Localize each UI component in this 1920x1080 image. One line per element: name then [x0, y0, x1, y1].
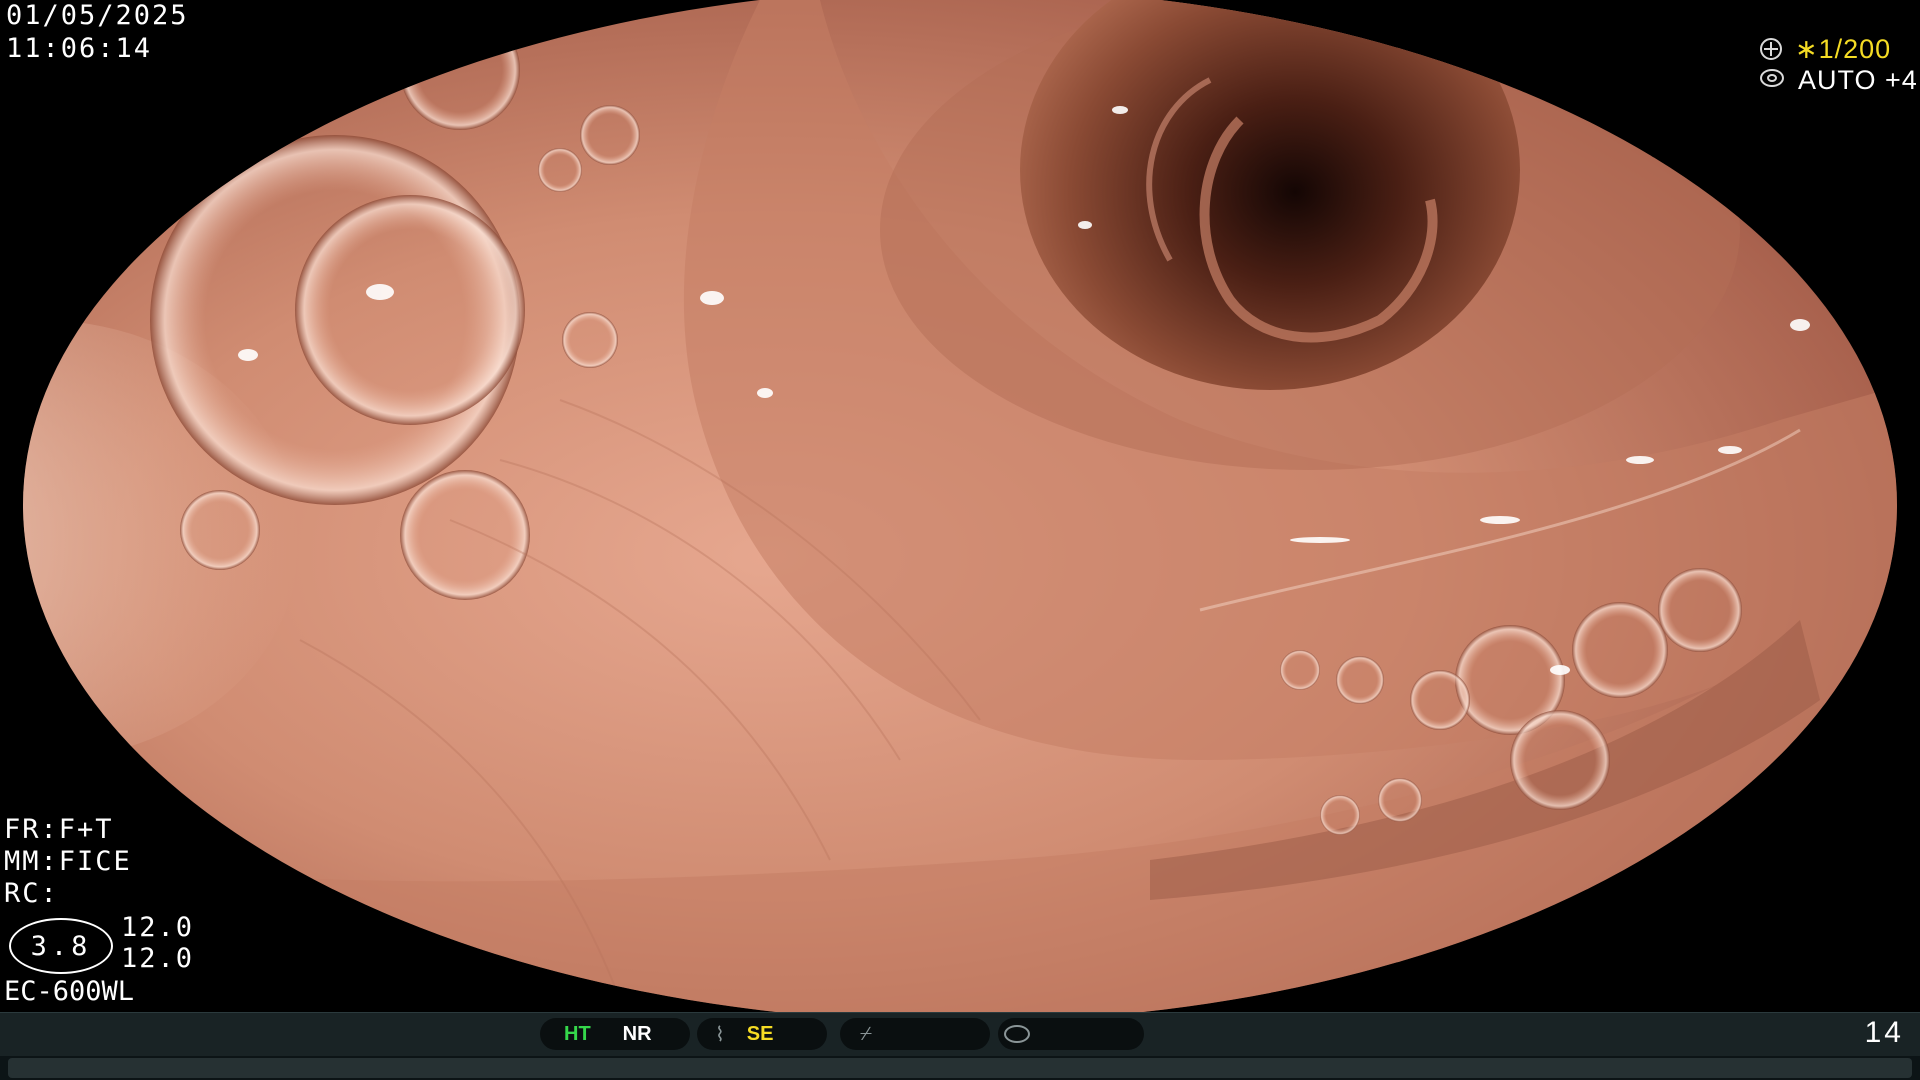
enhance-icon: ⌿ [860, 1022, 872, 1045]
setting-value-2: 12.0 [121, 943, 195, 974]
color-mode-icon [1004, 1025, 1030, 1043]
se-indicator: ⌇ SE [697, 1018, 827, 1050]
iris-mode: AUTO +4 [1798, 65, 1918, 95]
shutter-speed: ∗1/200 [1795, 34, 1892, 64]
endoscopic-view [0, 0, 1920, 1080]
rc-value: 3.8 [30, 930, 92, 962]
frame-number: 14 [1864, 1016, 1904, 1049]
contrast-icon: ⌇ [715, 1023, 725, 1046]
date-display: 01/05/2025 [6, 0, 189, 31]
time-display: 11:06:14 [6, 33, 153, 64]
nr-label: NR [622, 1022, 652, 1045]
status-bar-track [0, 1056, 1920, 1080]
color-mode-indicator [998, 1018, 1144, 1050]
se-label: SE [746, 1022, 774, 1045]
mm-setting: MM:FICE [4, 846, 132, 877]
rc-value-badge: 3.8 [9, 918, 113, 974]
iris-icon [1760, 69, 1784, 87]
ht-label: HT [564, 1022, 591, 1045]
fr-setting: FR:F+T [4, 814, 114, 845]
aperture-icon [1760, 38, 1782, 60]
rc-setting: RC: [4, 878, 59, 909]
scope-model: EC-600WL [4, 976, 135, 1007]
setting-value-1: 12.0 [121, 912, 195, 943]
enhance-indicator: ⌿ [840, 1018, 990, 1050]
ht-nr-indicator: HT NR [540, 1018, 690, 1050]
